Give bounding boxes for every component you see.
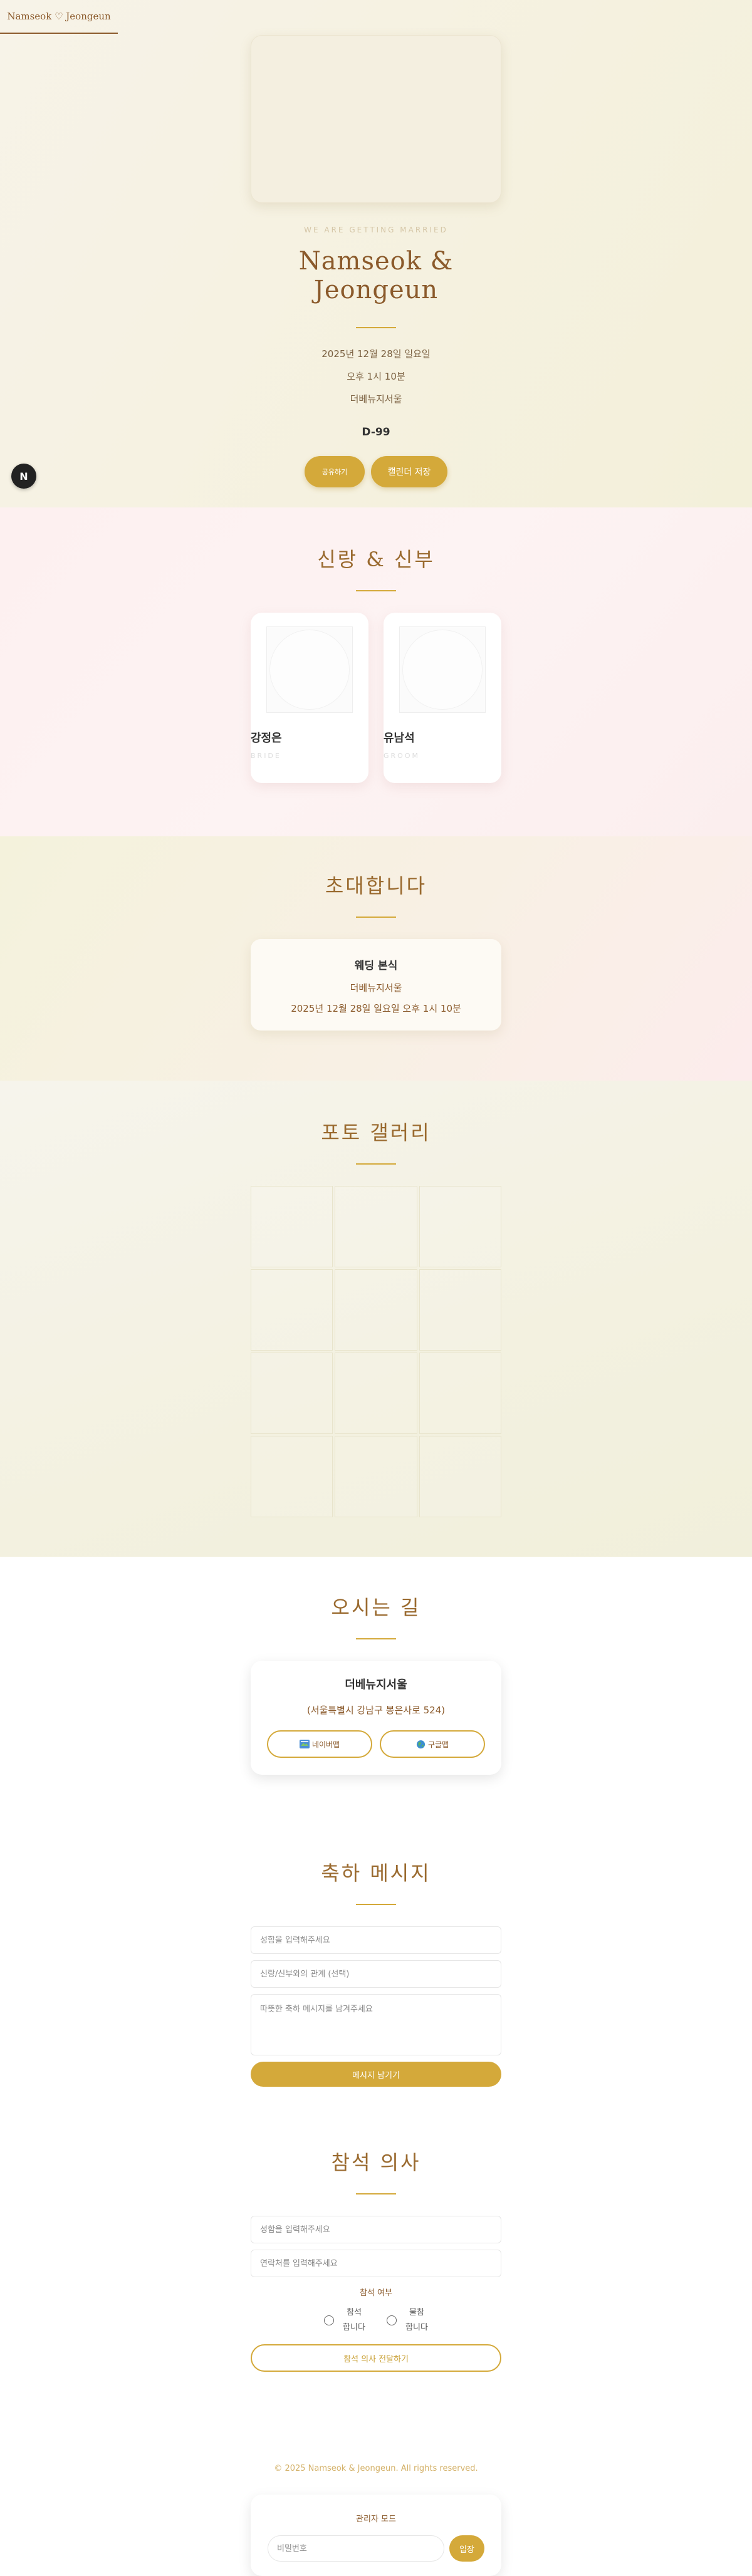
bride-name: 강정은 — [251, 732, 282, 745]
groom-role: GROOM — [384, 752, 420, 760]
guestbook-section: 축하 메시지 메시지 남기기 — [0, 1845, 752, 2147]
floating-n-badge[interactable]: N — [11, 464, 36, 489]
section-title: 축하 메시지 — [321, 1861, 431, 1885]
google-map-label: 구글맵 — [427, 1740, 449, 1749]
attend-no-option[interactable]: 불참 합니다 — [387, 2305, 428, 2335]
copyright-text: © 2025 Namseok & Jeongeun. All rights re… — [274, 2464, 478, 2473]
invitation-section: 초대합니다 웨딩 본식 더베뉴지서울 2025년 12월 28일 일요일 오후 … — [0, 836, 752, 1081]
main-photo — [251, 35, 501, 203]
share-button[interactable]: 공유하기 — [305, 456, 365, 487]
attend-no-label: 불참 합니다 — [405, 2308, 428, 2332]
brand-logo[interactable]: Namseok ♡ Jeongeun — [0, 0, 118, 34]
divider — [356, 917, 396, 918]
groom-photo — [399, 626, 486, 713]
wedding-time: 오후 1시 10분 — [347, 371, 405, 382]
rsvp-section: 참석 의사 참석 여부 참석 합니다 불참 합니다 참석 의사 전달하기 — [0, 2147, 752, 2429]
wedding-date: 2025년 12월 28일 일요일 — [321, 348, 431, 360]
map-icon — [299, 1740, 310, 1748]
radio-button[interactable] — [324, 2315, 334, 2325]
submit-message-button[interactable]: 메시지 남기기 — [251, 2062, 501, 2087]
rsvp-name-input[interactable] — [251, 2216, 501, 2243]
directions-section: 오시는 길 더베뉴지서울 (서울특별시 강남구 봉은사로 524) 네이버맵 구… — [0, 1557, 752, 1845]
gallery-photo[interactable] — [335, 1186, 417, 1267]
naver-map-label: 네이버맵 — [311, 1740, 340, 1749]
groom-card: 유남석 GROOM — [384, 613, 501, 783]
divider — [356, 327, 396, 328]
photo-grid — [251, 1186, 501, 1517]
guest-name-input[interactable] — [251, 1926, 501, 1954]
relation-input[interactable] — [251, 1960, 501, 1988]
divider — [356, 1163, 396, 1165]
admin-title: 관리자 모드 — [356, 2515, 396, 2524]
wedding-venue: 더베뉴지서울 — [350, 393, 402, 405]
admin-password-input[interactable] — [268, 2535, 444, 2562]
footer-section: © 2025 Namseok & Jeongeun. All rights re… — [0, 2464, 752, 2576]
gallery-photo[interactable] — [335, 1436, 417, 1517]
gallery-photo[interactable] — [251, 1269, 333, 1351]
dday-counter: D-99 — [362, 426, 390, 439]
gallery-photo[interactable] — [419, 1436, 501, 1517]
divider — [356, 1638, 396, 1639]
hero-section: WE ARE GETTING MARRIED Namseok & Jeongeu… — [0, 0, 752, 507]
section-title: 포토 갤러리 — [321, 1121, 431, 1145]
gallery-photo[interactable] — [251, 1186, 333, 1267]
ceremony-datetime: 2025년 12월 28일 일요일 오후 1시 10분 — [291, 1003, 461, 1014]
location-card: 더베뉴지서울 (서울특별시 강남구 봉은사로 524) 네이버맵 구글맵 — [251, 1661, 501, 1775]
gallery-photo[interactable] — [419, 1353, 501, 1434]
groom-name: 유남석 — [384, 732, 415, 745]
location-address: (서울특별시 강남구 봉은사로 524) — [306, 1705, 446, 1716]
admin-card: 관리자 모드 입장 — [251, 2495, 501, 2576]
message-textarea[interactable] — [251, 1994, 501, 2055]
divider — [356, 590, 396, 591]
gallery-section: 포토 갤러리 — [0, 1081, 752, 1557]
globe-icon — [416, 1740, 425, 1748]
section-title: 참석 의사 — [331, 2151, 421, 2174]
gallery-photo[interactable] — [251, 1436, 333, 1517]
couple-title: Namseok & Jeongeun — [298, 247, 454, 304]
bride-photo — [266, 626, 353, 713]
section-title: 신랑 & 신부 — [317, 548, 435, 571]
ceremony-venue: 더베뉴지서울 — [350, 982, 402, 994]
attendance-label: 참석 여부 — [360, 2288, 392, 2298]
couple-section: 신랑 & 신부 강정은 BRIDE 유남석 GROOM — [0, 507, 752, 836]
gallery-photo[interactable] — [251, 1353, 333, 1434]
attend-yes-option[interactable]: 참석 합니다 — [324, 2305, 365, 2335]
ceremony-card: 웨딩 본식 더베뉴지서울 2025년 12월 28일 일요일 오후 1시 10분 — [251, 939, 501, 1031]
section-title: 오시는 길 — [331, 1596, 421, 1619]
gallery-photo[interactable] — [419, 1186, 501, 1267]
google-map-button[interactable]: 구글맵 — [380, 1730, 485, 1758]
gallery-photo[interactable] — [335, 1353, 417, 1434]
ceremony-title: 웨딩 본식 — [354, 960, 398, 972]
bride-card: 강정은 BRIDE — [251, 613, 368, 783]
attend-yes-label: 참석 합니다 — [343, 2308, 365, 2332]
section-title: 초대합니다 — [325, 874, 427, 898]
save-calendar-button[interactable]: 캘린더 저장 — [371, 456, 447, 487]
bride-role: BRIDE — [251, 752, 281, 760]
location-venue: 더베뉴지서울 — [345, 1678, 407, 1691]
gallery-photo[interactable] — [335, 1269, 417, 1351]
rsvp-phone-input[interactable] — [251, 2250, 501, 2277]
hero-eyebrow: WE ARE GETTING MARRIED — [304, 226, 448, 234]
radio-button[interactable] — [387, 2315, 397, 2325]
admin-enter-button[interactable]: 입장 — [449, 2535, 484, 2562]
naver-map-button[interactable]: 네이버맵 — [267, 1730, 372, 1758]
gallery-photo[interactable] — [419, 1269, 501, 1351]
submit-rsvp-button[interactable]: 참석 의사 전달하기 — [251, 2344, 501, 2372]
